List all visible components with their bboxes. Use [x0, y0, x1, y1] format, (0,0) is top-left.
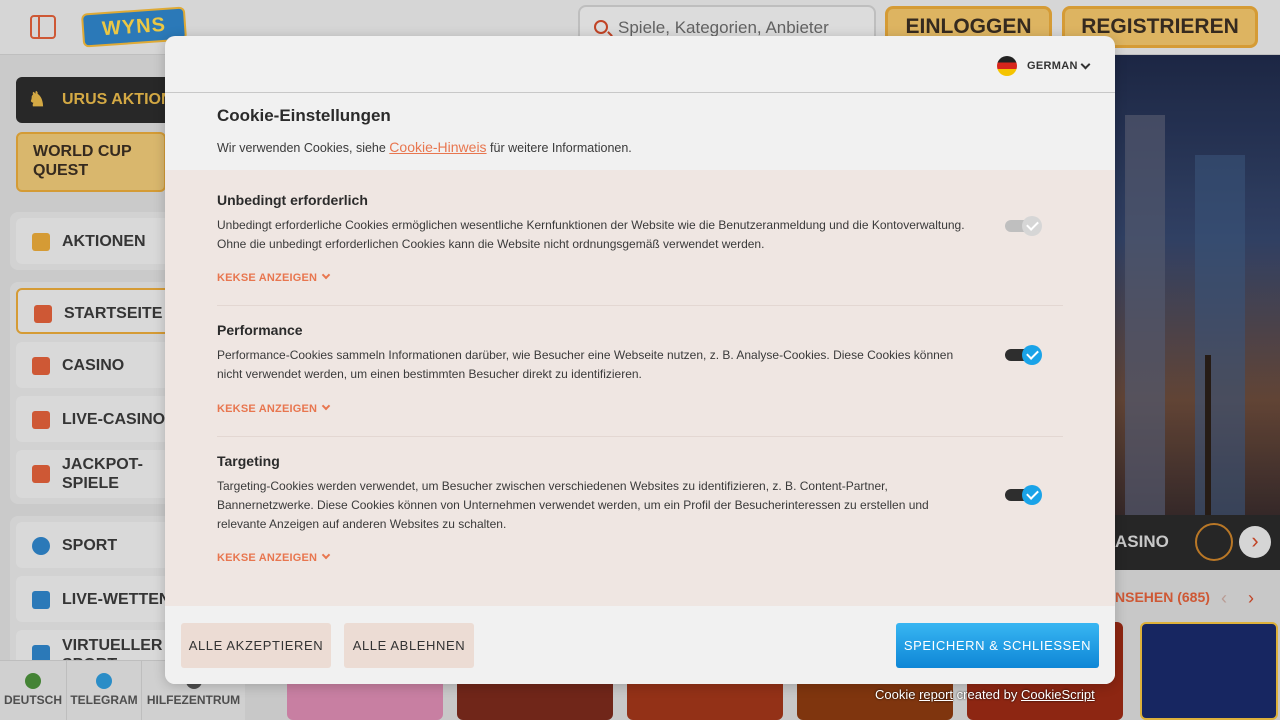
language-select-value: GERMAN	[1027, 60, 1078, 72]
chevron-down-icon	[1080, 59, 1091, 69]
chevron-down-icon	[321, 270, 331, 280]
cookie-settings-dialog: GERMAN Cookie-Einstellungen Wir verwende…	[165, 36, 1115, 684]
intro-text-end: für weitere Informationen.	[486, 141, 632, 155]
category-title: Unbedingt erforderlich	[217, 192, 368, 208]
dialog-footer: ALLE AKZEPTIEREN ALLE ABLEHNEN SPEICHERN…	[165, 606, 1115, 684]
reject-all-button[interactable]: ALLE ABLEHNEN	[344, 623, 474, 668]
checkmark-icon	[1022, 345, 1042, 365]
category-description: Targeting-Cookies werden verwendet, um B…	[217, 479, 929, 531]
checkmark-icon	[1022, 216, 1042, 236]
toggle-targeting[interactable]	[1005, 485, 1042, 505]
show-cookies-label: KEKSE ANZEIGEN	[217, 552, 318, 564]
intro-text: Wir verwenden Cookies, siehe	[217, 141, 390, 155]
chevron-down-icon	[321, 401, 331, 411]
cookie-categories: Unbedingt erforderlich Unbedingt erforde…	[165, 170, 1115, 606]
cookie-notice-link[interactable]: Cookie-Hinweis	[389, 139, 486, 155]
german-flag-icon	[997, 56, 1017, 76]
category-description: Performance-Cookies sammeln Informatione…	[217, 348, 954, 381]
category-necessary: Unbedingt erforderlich Unbedingt erforde…	[217, 192, 1063, 302]
dialog-title: Cookie-Einstellungen	[217, 106, 391, 125]
dialog-intro: Wir verwenden Cookies, siehe Cookie-Hinw…	[217, 139, 1077, 155]
toggle-necessary	[1005, 216, 1042, 236]
save-and-close-button[interactable]: SPEICHERN & SCHLIESSEN	[896, 623, 1099, 668]
chevron-down-icon	[321, 550, 331, 560]
category-targeting: Targeting Targeting-Cookies werden verwe…	[217, 453, 1063, 588]
category-performance: Performance Performance-Cookies sammeln …	[217, 322, 1063, 432]
show-cookies-label: KEKSE ANZEIGEN	[217, 403, 318, 415]
category-description: Unbedingt erforderliche Cookies ermöglic…	[217, 218, 965, 251]
checkmark-icon	[1022, 485, 1042, 505]
category-title: Performance	[217, 322, 303, 338]
accept-all-button[interactable]: ALLE AKZEPTIEREN	[181, 623, 331, 668]
show-cookies-label: KEKSE ANZEIGEN	[217, 272, 318, 284]
dialog-toolbar: GERMAN	[165, 36, 1115, 93]
language-select[interactable]: GERMAN	[997, 55, 1091, 77]
dialog-header: Cookie-Einstellungen Wir verwenden Cooki…	[217, 106, 1077, 155]
cookiescript-link[interactable]: CookieScript	[1021, 687, 1095, 702]
cookie-report-link[interactable]: report	[919, 687, 953, 702]
cookiescript-credit: Cookie report created by CookieScript	[875, 687, 1095, 702]
show-cookies-link[interactable]: KEKSE ANZEIGEN	[217, 270, 331, 284]
divider	[217, 436, 1063, 437]
show-cookies-link[interactable]: KEKSE ANZEIGEN	[217, 550, 331, 564]
show-cookies-link[interactable]: KEKSE ANZEIGEN	[217, 401, 331, 415]
category-title: Targeting	[217, 453, 280, 469]
credit-middle: created by	[953, 687, 1021, 702]
credit-prefix: Cookie	[875, 687, 920, 702]
divider	[217, 305, 1063, 306]
toggle-performance[interactable]	[1005, 345, 1042, 365]
